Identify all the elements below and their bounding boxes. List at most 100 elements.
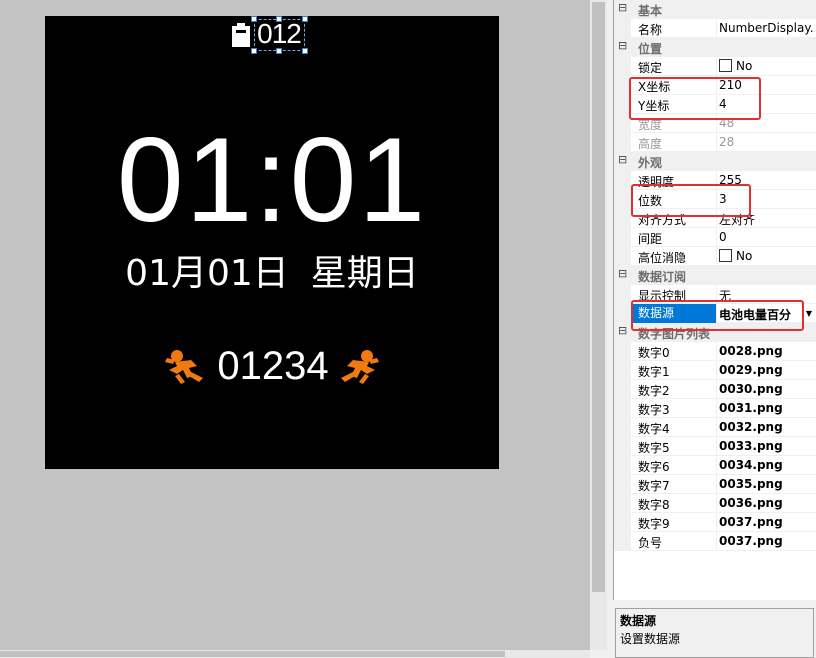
property-value[interactable]: No bbox=[719, 249, 815, 263]
property-row[interactable]: 名称 NumberDisplay... bbox=[614, 19, 816, 38]
selection-box[interactable] bbox=[251, 16, 308, 54]
property-name: 数字4 bbox=[638, 422, 670, 436]
designer-canvas[interactable]: 012 01:01 01月01日 星期日 01234 bbox=[0, 0, 590, 650]
property-category[interactable]: ⊟ 基本 bbox=[614, 0, 816, 19]
scroll-thumb[interactable] bbox=[0, 651, 505, 657]
property-row[interactable]: 数字5 0033.png bbox=[614, 437, 816, 456]
resize-handle-tl[interactable] bbox=[251, 16, 257, 22]
property-value-text: 0 bbox=[719, 230, 727, 244]
property-row[interactable]: 高位消隐 No bbox=[614, 247, 816, 266]
property-value[interactable]: 0 bbox=[719, 230, 815, 244]
property-row[interactable]: 数字3 0031.png bbox=[614, 399, 816, 418]
property-value[interactable]: 0033.png bbox=[719, 439, 815, 453]
resize-handle-tr[interactable] bbox=[302, 16, 308, 22]
property-value-text: 0031.png bbox=[719, 401, 783, 415]
date-display[interactable]: 01月01日 星期日 bbox=[45, 252, 499, 296]
horizontal-scrollbar[interactable] bbox=[0, 650, 590, 658]
collapse-icon[interactable]: ⊟ bbox=[618, 1, 627, 14]
property-value[interactable]: 0031.png bbox=[719, 401, 815, 415]
resize-handle-bl[interactable] bbox=[251, 48, 257, 54]
weekday-text: 星期日 bbox=[310, 253, 419, 294]
resize-handle-bc[interactable] bbox=[276, 48, 282, 54]
property-row[interactable]: 数字9 0037.png bbox=[614, 513, 816, 532]
property-value-text: 0028.png bbox=[719, 344, 783, 358]
property-value[interactable]: 0037.png bbox=[719, 534, 815, 548]
dropdown-arrow-icon[interactable]: ▼ bbox=[804, 306, 814, 321]
collapse-icon[interactable]: ⊟ bbox=[618, 324, 627, 337]
property-name: 间距 bbox=[638, 232, 663, 246]
time-display[interactable]: 01:01 bbox=[45, 120, 499, 240]
property-row[interactable]: 数字0 0028.png bbox=[614, 342, 816, 361]
property-row[interactable]: 数字7 0035.png bbox=[614, 475, 816, 494]
checkbox[interactable] bbox=[719, 59, 732, 72]
property-value[interactable]: 0029.png bbox=[719, 363, 815, 377]
highlight-box-datasource bbox=[631, 300, 804, 331]
highlight-box-digits bbox=[631, 184, 751, 217]
property-value[interactable]: 0032.png bbox=[719, 420, 815, 434]
property-name: 高位消隐 bbox=[638, 251, 687, 265]
category-title: 基本 bbox=[638, 4, 663, 18]
vertical-scrollbar[interactable] bbox=[590, 0, 607, 650]
property-name: 数字3 bbox=[638, 403, 670, 417]
property-value-text: No bbox=[736, 59, 753, 73]
property-value-text: 0033.png bbox=[719, 439, 783, 453]
property-row[interactable]: 数字2 0030.png bbox=[614, 380, 816, 399]
property-value[interactable]: 0037.png bbox=[719, 515, 815, 529]
property-value-text: 0030.png bbox=[719, 382, 783, 396]
property-name: 数字5 bbox=[638, 441, 670, 455]
date-text: 01月01日 bbox=[125, 253, 289, 294]
collapse-icon[interactable]: ⊟ bbox=[618, 267, 627, 280]
property-name: 数字6 bbox=[638, 460, 670, 474]
property-value[interactable]: 0034.png bbox=[719, 458, 815, 472]
property-row[interactable]: 数字1 0029.png bbox=[614, 361, 816, 380]
property-row[interactable]: 高度 28 bbox=[614, 133, 816, 152]
property-category[interactable]: ⊟ 外观 bbox=[614, 152, 816, 171]
property-value-text: NumberDisplay... bbox=[719, 21, 815, 35]
property-value[interactable]: 0030.png bbox=[719, 382, 815, 396]
property-row[interactable]: 数字8 0036.png bbox=[614, 494, 816, 513]
steps-count: 01234 bbox=[217, 344, 329, 388]
resize-handle-tc[interactable] bbox=[276, 16, 282, 22]
property-category[interactable]: ⊟ 位置 bbox=[614, 38, 816, 57]
collapse-icon[interactable]: ⊟ bbox=[618, 153, 627, 166]
property-name: 锁定 bbox=[638, 61, 663, 75]
property-row[interactable]: 数字4 0032.png bbox=[614, 418, 816, 437]
property-value-text: 0032.png bbox=[719, 420, 783, 434]
property-value-text: No bbox=[736, 249, 753, 263]
runner-icon bbox=[341, 350, 379, 384]
property-category[interactable]: ⊟ 数据订阅 bbox=[614, 266, 816, 285]
steps-widget[interactable]: 01234 bbox=[165, 344, 379, 388]
property-name: 负号 bbox=[638, 536, 663, 550]
property-name: 高度 bbox=[638, 137, 663, 151]
description-text: 设置数据源 bbox=[620, 632, 681, 646]
property-row[interactable]: 数字6 0034.png bbox=[614, 456, 816, 475]
property-value-text: 28 bbox=[719, 135, 735, 149]
checkbox[interactable] bbox=[719, 249, 732, 262]
property-row[interactable]: 负号 0037.png bbox=[614, 532, 816, 551]
property-value-text: 0034.png bbox=[719, 458, 783, 472]
collapse-icon[interactable]: ⊟ bbox=[618, 39, 627, 52]
description-title: 数据源 bbox=[620, 614, 657, 628]
property-value[interactable]: 28 bbox=[719, 135, 815, 149]
property-value[interactable]: 0036.png bbox=[719, 496, 815, 510]
category-title: 外观 bbox=[638, 156, 663, 170]
property-value-text: 0037.png bbox=[719, 515, 783, 529]
property-name: 数字9 bbox=[638, 517, 670, 531]
property-value[interactable]: 0035.png bbox=[719, 477, 815, 491]
property-value-text: 0035.png bbox=[719, 477, 783, 491]
property-name: 名称 bbox=[638, 23, 663, 37]
runner-icon bbox=[165, 350, 203, 384]
resize-handle-br[interactable] bbox=[302, 48, 308, 54]
scroll-thumb[interactable] bbox=[592, 2, 605, 592]
category-title: 位置 bbox=[638, 42, 663, 56]
property-name: 数字8 bbox=[638, 498, 670, 512]
watch-face-preview[interactable]: 012 01:01 01月01日 星期日 01234 bbox=[45, 16, 499, 469]
property-value[interactable]: NumberDisplay... bbox=[719, 21, 815, 35]
property-row[interactable]: 间距 0 bbox=[614, 228, 816, 247]
property-name: 数字7 bbox=[638, 479, 670, 493]
property-row[interactable]: 锁定 No bbox=[614, 57, 816, 76]
property-value[interactable]: 0028.png bbox=[719, 344, 815, 358]
property-value-text: 0037.png bbox=[719, 534, 783, 548]
property-name: 数字2 bbox=[638, 384, 670, 398]
property-value[interactable]: No bbox=[719, 59, 815, 73]
